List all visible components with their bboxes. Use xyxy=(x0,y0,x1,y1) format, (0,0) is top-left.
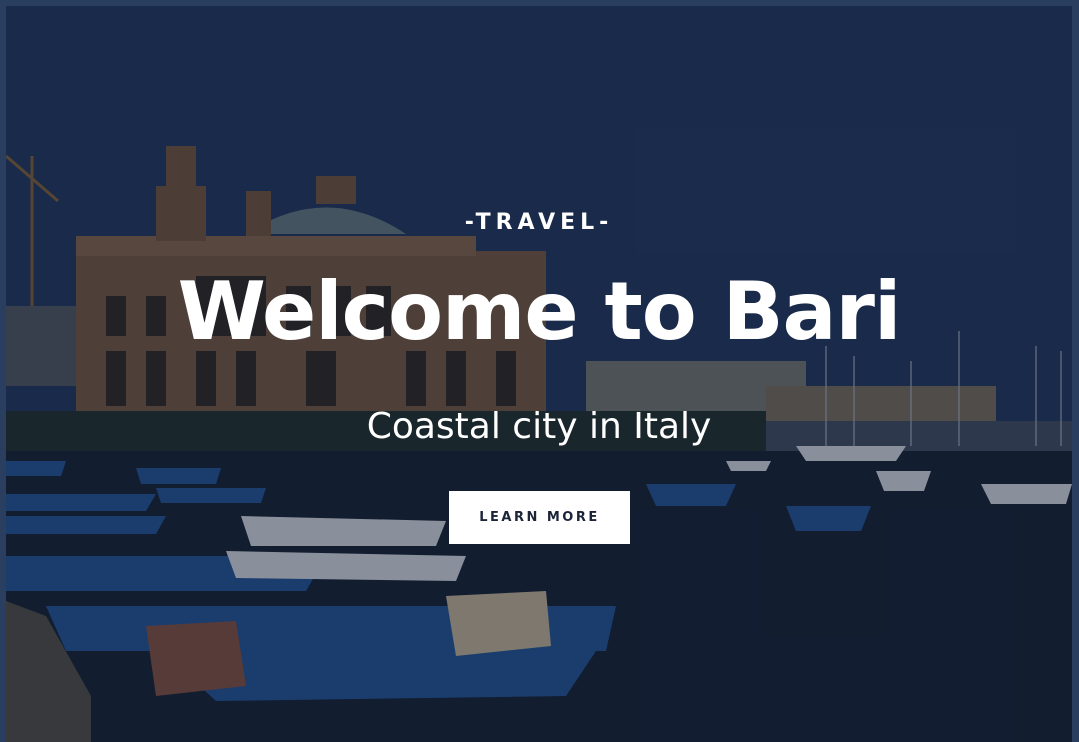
page-title: Welcome to Bari xyxy=(177,265,902,358)
hero-section: -TRAVEL- Welcome to Bari Coastal city in… xyxy=(6,6,1072,742)
hero-content: -TRAVEL- Welcome to Bari Coastal city in… xyxy=(6,6,1072,742)
page-subtitle: Coastal city in Italy xyxy=(366,406,712,447)
learn-more-button[interactable]: LEARN MORE xyxy=(449,491,630,544)
category-label: -TRAVEL- xyxy=(464,210,614,235)
